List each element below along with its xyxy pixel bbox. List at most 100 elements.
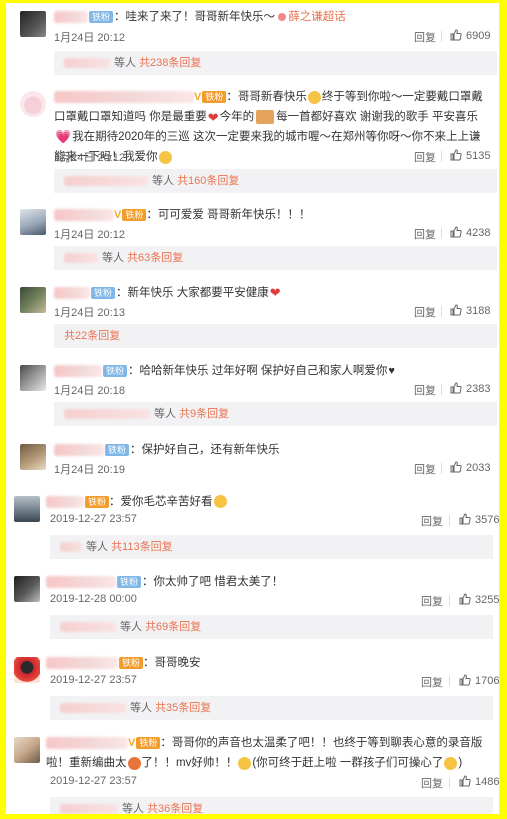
replies-summary[interactable]: 等人 共113条回复	[50, 535, 493, 559]
emoji-icon	[307, 90, 321, 104]
like-button[interactable]: 5135	[450, 149, 490, 162]
avatar[interactable]	[14, 496, 40, 522]
verified-icon: V	[194, 91, 202, 103]
avatar[interactable]	[20, 444, 46, 470]
emoji-icon	[127, 756, 141, 770]
comment-time: 1月24日 20:18	[54, 385, 125, 397]
laughing-emoji-icon	[213, 495, 227, 509]
iron-fan-badge: 铁粉	[122, 209, 147, 221]
divider	[441, 228, 442, 239]
comment-text: 铁粉 ：哥哥晚安	[46, 653, 489, 673]
fan-badge: 铁粉	[105, 443, 130, 456]
like-button[interactable]: 1706	[459, 674, 499, 687]
avatar[interactable]	[20, 365, 46, 391]
like-button[interactable]: 6909	[450, 29, 490, 42]
replies-summary[interactable]: 等人 共160条回复	[54, 169, 497, 193]
reply-button[interactable]: 回复	[414, 29, 436, 45]
reply-button[interactable]: 回复	[421, 593, 443, 609]
replies-summary[interactable]: 等人 共238条回复	[54, 51, 497, 75]
reply-button[interactable]: 回复	[414, 382, 436, 398]
comment-text: V 铁粉 ：哥哥你的声音也太温柔了吧！！也终于等到聊表心意的录音版啦！重新编曲太 了！…	[46, 733, 489, 773]
comment-time: 2019-12-28 00:00	[50, 593, 137, 605]
like-button[interactable]: 2383	[450, 382, 490, 395]
comment-text: 铁粉 ：哇来了来了！哥哥新年快乐～ 薛之谦超话	[54, 7, 489, 27]
username[interactable]	[46, 575, 116, 588]
replies-summary[interactable]: 等人 共35条回复	[50, 696, 493, 720]
black-heart-icon: ♥	[388, 365, 395, 377]
username[interactable]	[46, 495, 84, 508]
avatar[interactable]	[14, 657, 40, 683]
avatar[interactable]	[14, 576, 40, 602]
comment-time: 1月24日 20:12	[54, 152, 125, 164]
username[interactable]	[46, 656, 118, 669]
comment-time: 2019-12-27 23:57	[50, 674, 137, 686]
topic-link[interactable]: 薛之谦超话	[278, 11, 346, 23]
thumbs-up-icon	[450, 29, 462, 41]
divider	[441, 384, 442, 395]
sticker-icon	[256, 110, 275, 124]
username[interactable]	[54, 91, 194, 103]
divider	[449, 595, 450, 606]
heart-icon: ❤	[207, 109, 219, 125]
iron-fan-badge: 铁粉	[119, 656, 144, 669]
reply-button[interactable]: 回复	[414, 304, 436, 320]
username[interactable]	[54, 443, 104, 456]
reply-button[interactable]: 回复	[414, 461, 436, 477]
reply-button[interactable]: 回复	[414, 226, 436, 242]
emoji-icon	[158, 150, 172, 164]
reply-button[interactable]: 回复	[421, 775, 443, 791]
comment-list: 铁粉 ：哇来了来了！哥哥新年快乐～ 薛之谦超话 1月24日 20:12 回复 69…	[6, 3, 499, 814]
divider	[441, 463, 442, 474]
reply-button[interactable]: 回复	[421, 674, 443, 690]
fan-badge: 铁粉	[103, 365, 128, 377]
replies-summary[interactable]: 等人 共36条回复	[50, 797, 493, 814]
avatar[interactable]	[14, 737, 40, 763]
reply-button[interactable]: 回复	[421, 513, 443, 529]
comment-time: 2019-12-27 23:57	[50, 775, 137, 787]
pink-heart-icon: 💗	[55, 129, 72, 145]
emoji-icon	[444, 756, 458, 770]
fan-badge: 铁粉	[91, 286, 116, 299]
like-button[interactable]: 3255	[459, 593, 499, 606]
replies-summary[interactable]: 等人 共69条回复	[50, 615, 493, 639]
thumbs-up-icon	[450, 461, 462, 473]
comment-text: 铁粉 ：爱你毛芯辛苦好看	[46, 492, 489, 512]
heart-icon: ❤	[269, 285, 281, 301]
username[interactable]	[54, 365, 102, 377]
comment-text: V 铁粉 ：可可爱爱 哥哥新年快乐！！！	[54, 205, 489, 225]
like-button[interactable]: 3576	[459, 513, 499, 526]
comment-time: 1月24日 20:12	[54, 32, 125, 44]
comment-text: 铁粉 ：哈哈新年快乐 过年好啊 保护好自己和家人啊爱你♥	[54, 361, 489, 381]
avatar[interactable]	[20, 209, 46, 235]
username[interactable]	[54, 10, 88, 23]
flower-icon	[278, 12, 287, 21]
username[interactable]	[54, 286, 90, 299]
replies-summary[interactable]: 等人 共9条回复	[54, 402, 497, 426]
iron-fan-badge: 铁粉	[85, 495, 110, 508]
username[interactable]	[46, 737, 128, 749]
like-button[interactable]: 4238	[450, 226, 490, 239]
like-button[interactable]: 1486	[459, 775, 499, 788]
comment-time: 2019-12-27 23:57	[50, 513, 137, 525]
avatar[interactable]	[20, 91, 46, 117]
comment-time: 1月24日 20:13	[54, 307, 125, 319]
divider	[441, 31, 442, 42]
fan-badge: 铁粉	[117, 575, 142, 588]
fan-badge: 铁粉	[89, 10, 114, 23]
avatar[interactable]	[20, 287, 46, 313]
divider	[449, 676, 450, 687]
comment-time: 1月24日 20:12	[54, 229, 125, 241]
comment-text: 铁粉 ：保护好自己，还有新年快乐	[54, 440, 489, 460]
reply-button[interactable]: 回复	[414, 149, 436, 165]
iron-fan-badge: 铁粉	[202, 91, 227, 103]
replies-summary[interactable]: 共22条回复	[54, 324, 497, 348]
like-button[interactable]: 2033	[450, 461, 490, 474]
like-button[interactable]: 3188	[450, 304, 490, 317]
thumbs-up-icon	[459, 513, 471, 525]
replies-summary[interactable]: 等人 共63条回复	[54, 246, 497, 270]
divider	[449, 515, 450, 526]
avatar[interactable]	[20, 11, 46, 37]
verified-icon: V	[114, 209, 122, 221]
username[interactable]	[54, 209, 114, 221]
verified-icon: V	[128, 737, 136, 749]
